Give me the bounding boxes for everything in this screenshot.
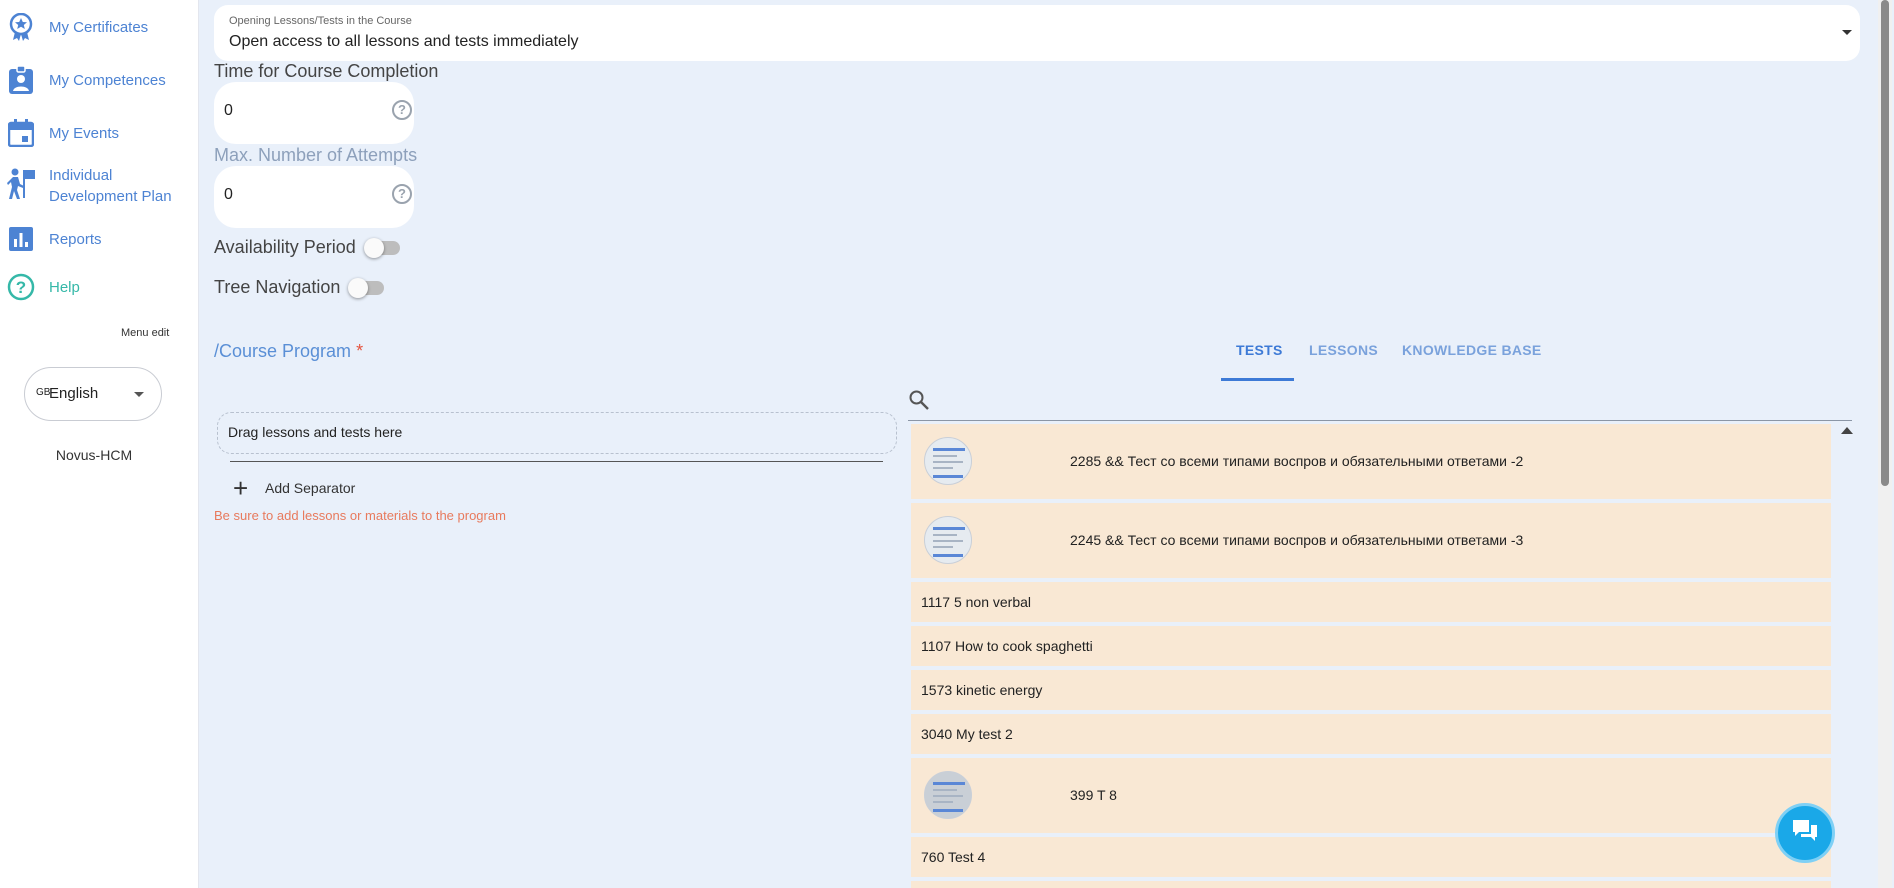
chat-button[interactable]: [1775, 803, 1835, 863]
list-item-title: 3040 My test 2: [921, 726, 1013, 742]
max-attempts-input[interactable]: 0 ?: [214, 166, 414, 228]
opening-lessons-select[interactable]: Opening Lessons/Tests in the Course Open…: [214, 5, 1860, 61]
max-attempts-label: Max. Number of Attempts: [214, 145, 418, 165]
add-separator-button[interactable]: + Add Separator: [233, 473, 356, 503]
sidebar-item-label: My Events: [49, 125, 120, 142]
tab-tests[interactable]: TESTS: [1236, 342, 1283, 358]
test-thumbnail: [924, 437, 972, 485]
program-warning: Be sure to add lessons or materials to t…: [214, 508, 506, 523]
sidebar-item-label: My Certificates: [49, 19, 149, 36]
help-icon[interactable]: ?: [392, 184, 412, 204]
calendar-icon: [7, 119, 35, 147]
language-value: English: [49, 385, 99, 402]
list-item[interactable]: 399 T 8: [911, 758, 1831, 833]
main-content: Opening Lessons/Tests in the Course Open…: [199, 0, 1894, 888]
list-item-title: 1117 5 non verbal: [921, 594, 1032, 610]
page-scrollbar[interactable]: [1878, 0, 1892, 888]
tab-knowledge-base[interactable]: KNOWLEDGE BASE: [1402, 342, 1542, 358]
add-separator-label: Add Separator: [265, 480, 356, 496]
chevron-down-icon: [134, 392, 144, 397]
development-plan-icon: [7, 168, 35, 199]
list-item-title: 399 T 8: [1070, 787, 1117, 803]
list-item[interactable]: 1117 5 non verbal: [911, 582, 1831, 622]
tab-lessons[interactable]: LESSONS: [1309, 342, 1378, 358]
scrollbar-thumb[interactable]: [1881, 0, 1889, 486]
list-item-title: 1573 kinetic energy: [921, 682, 1043, 698]
toggle-knob: [348, 277, 369, 298]
sidebar-item-reports[interactable]: Reports: [0, 224, 190, 254]
chat-icon: [1791, 818, 1819, 849]
brand-name: Novus-HCM: [55, 447, 133, 463]
time-completion-input[interactable]: 0 ?: [214, 82, 414, 144]
required-mark: *: [356, 341, 364, 361]
bar-chart-icon: [7, 225, 35, 253]
sidebar-item-my-events[interactable]: My Events: [0, 118, 190, 148]
certificate-icon: [7, 13, 35, 41]
tree-navigation-label: Tree Navigation: [214, 277, 341, 297]
list-item[interactable]: 2285 && Тест со всеми типами воспров и о…: [911, 424, 1831, 499]
program-dropzone[interactable]: Drag lessons and tests here: [217, 412, 897, 454]
test-thumbnail: [924, 516, 972, 564]
availability-period-label: Availability Period: [214, 237, 356, 257]
active-tab-indicator: [1221, 378, 1294, 381]
availability-period-toggle[interactable]: [363, 237, 400, 258]
tree-navigation-toggle[interactable]: [348, 277, 385, 298]
list-item-title: 760 Test 4: [921, 849, 986, 865]
sidebar-item-individual-development-plan[interactable]: Individual Development Plan: [0, 165, 190, 207]
tree-navigation-row: Tree Navigation: [214, 277, 385, 298]
availability-period-row: Availability Period: [214, 237, 400, 258]
help-icon[interactable]: ?: [392, 100, 412, 120]
time-completion-label: Time for Course Completion: [214, 61, 439, 81]
sidebar: My Certificates My Competences My Events…: [0, 0, 199, 888]
test-thumbnail: [924, 771, 972, 819]
sidebar-item-label: Help: [49, 279, 80, 296]
help-icon: ?: [7, 273, 35, 301]
list-item-title: 1107 How to cook spaghetti: [921, 638, 1093, 654]
list-item[interactable]: 1107 How to cook spaghetti: [911, 626, 1831, 666]
language-select[interactable]: GB English: [24, 367, 162, 421]
course-program-title: /Course Program *: [214, 341, 363, 362]
list-item-title: 2285 && Тест со всеми типами воспров и о…: [1070, 453, 1524, 469]
sidebar-item-help[interactable]: ? Help: [0, 272, 190, 302]
search-icon[interactable]: [908, 389, 930, 411]
sidebar-item-my-certificates[interactable]: My Certificates: [0, 12, 190, 42]
list-item[interactable]: [911, 881, 1831, 888]
search-input[interactable]: [908, 420, 1852, 421]
sidebar-item-my-competences[interactable]: My Competences: [0, 65, 190, 95]
menu-edit-link[interactable]: Menu edit: [121, 327, 169, 339]
scroll-up-arrow-icon[interactable]: [1841, 427, 1853, 434]
badge-icon: [7, 66, 35, 94]
select-value: Open access to all lessons and tests imm…: [229, 33, 579, 50]
course-program-label: /Course Program: [214, 341, 352, 361]
list-item[interactable]: 3040 My test 2: [911, 714, 1831, 754]
toggle-knob: [363, 237, 384, 258]
chevron-down-icon: [1842, 30, 1852, 35]
divider: [230, 461, 883, 462]
sidebar-item-label: My Competences: [49, 72, 166, 89]
sidebar-item-label: Reports: [49, 231, 102, 248]
plus-icon: +: [233, 473, 249, 503]
max-attempts-value: 0: [224, 186, 233, 203]
list-item-title: 2245 && Тест со всеми типами воспров и о…: [1070, 532, 1524, 548]
dropzone-text: Drag lessons and tests here: [228, 424, 403, 440]
time-completion-value: 0: [224, 102, 233, 119]
list-item[interactable]: 760 Test 4: [911, 837, 1831, 877]
select-label: Opening Lessons/Tests in the Course: [229, 15, 412, 27]
list-item[interactable]: 1573 kinetic energy: [911, 670, 1831, 710]
sidebar-item-label: Individual Development Plan: [49, 167, 172, 205]
list-item[interactable]: 2245 && Тест со всеми типами воспров и о…: [911, 503, 1831, 578]
svg-text:?: ?: [16, 278, 26, 297]
